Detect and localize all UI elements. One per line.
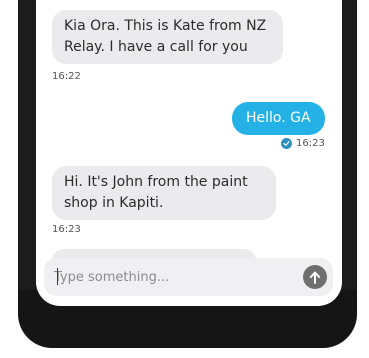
message-timestamp: 16:22 [52,71,81,82]
message-line: Hi. It's John from the paint [64,174,248,190]
chat-screen: Kia Ora. This is Kate from NZ Relay. I h… [36,0,342,306]
message-line: shop in Kapiti. [64,195,164,211]
message-text: Hello. GA [246,110,311,126]
incoming-message-bubble: Hi. It's John from the paint shop in Kap… [52,166,276,220]
message-line: Kia Ora. This is Kate from NZ [64,18,267,34]
phone-device: Kia Ora. This is Kate from NZ Relay. I h… [0,0,369,358]
send-button[interactable] [303,265,327,289]
message-input[interactable] [54,266,284,288]
message-timestamp: 16:23 [296,138,325,149]
read-receipt: 16:23 [281,138,325,149]
read-check-icon [281,138,292,149]
message-line: Relay. I have a call for you [64,39,248,55]
arrow-up-icon [309,271,321,284]
message-timestamp: 16:23 [52,224,81,235]
text-caret [57,268,58,285]
outgoing-message-bubble: Hello. GA [232,102,325,135]
incoming-message-bubble: Kia Ora. This is Kate from NZ Relay. I h… [52,10,283,64]
message-composer [44,258,333,296]
